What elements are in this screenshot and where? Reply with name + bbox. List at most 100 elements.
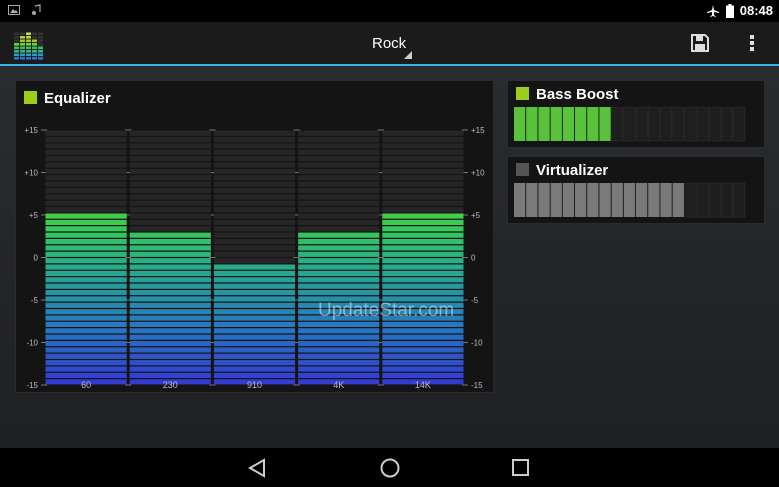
eq-band-segment xyxy=(213,200,296,206)
eq-band-segment xyxy=(129,207,211,213)
level-segment xyxy=(684,182,697,218)
eq-band-segment xyxy=(298,187,380,194)
eq-band-segment xyxy=(382,277,464,283)
preset-dropdown-caret-icon[interactable] xyxy=(404,51,412,59)
home-icon[interactable] xyxy=(379,458,401,478)
equalizer-app-icon[interactable] xyxy=(13,28,45,60)
app-icon-segment xyxy=(38,36,43,39)
app-icon-segment xyxy=(38,57,43,60)
navigation-bar xyxy=(0,448,779,487)
preset-selector[interactable]: Rock xyxy=(372,35,406,52)
eq-scale-label-right: -15 xyxy=(471,381,483,389)
eq-scale-label-right: -10 xyxy=(471,339,483,348)
eq-band-segment xyxy=(129,277,211,283)
eq-band-segment xyxy=(213,219,296,226)
eq-band-segment xyxy=(213,175,296,181)
eq-band-segment xyxy=(382,168,464,175)
eq-band-segment xyxy=(382,328,464,334)
eq-band-segment xyxy=(213,264,296,270)
eq-band-segment xyxy=(45,187,127,194)
eq-band-segment xyxy=(45,232,127,238)
recents-icon[interactable] xyxy=(511,458,531,478)
eq-band-segment xyxy=(298,175,380,181)
eq-band-segment xyxy=(298,334,380,340)
eq-band-segment xyxy=(129,264,211,270)
eq-scale-label-left: -15 xyxy=(26,381,38,389)
level-segment xyxy=(538,183,550,217)
bass-boost-enable-checkbox[interactable] xyxy=(516,87,529,100)
eq-scale-label-left: 0 xyxy=(34,254,39,263)
eq-band-segment xyxy=(382,251,464,257)
app-icon-segment xyxy=(14,53,19,57)
equalizer-panel: Equalizer +15 +15 +10 +10 +5 +5 0 0 -5 -5 -10 -10 -1… xyxy=(15,80,494,393)
app-icon-segment xyxy=(14,46,19,50)
eq-band-segment xyxy=(129,334,211,340)
eq-band-segment xyxy=(213,149,296,155)
equalizer-graph[interactable]: +15 +15 +10 +10 +5 +5 0 0 -5 -5 -10 -10 -15 -15 60 230 9… xyxy=(16,109,493,389)
eq-band-label: 60 xyxy=(81,380,91,389)
level-segment xyxy=(611,106,624,142)
eq-band-segment xyxy=(213,245,296,251)
app-icon-segment xyxy=(20,39,25,43)
level-segment xyxy=(648,183,660,217)
eq-band-segment xyxy=(213,289,296,296)
eq-band-segment xyxy=(45,283,127,289)
eq-band-segment xyxy=(382,321,464,328)
eq-band-segment xyxy=(129,258,211,264)
eq-band-segment xyxy=(129,175,211,181)
eq-band-segment xyxy=(45,245,127,251)
eq-band-segment xyxy=(382,149,464,155)
eq-band-segment xyxy=(45,315,127,321)
eq-band-segment xyxy=(298,207,380,213)
eq-band-segment xyxy=(213,238,296,245)
level-segment xyxy=(550,107,562,141)
eq-band-segment xyxy=(129,232,211,238)
eq-band-segment xyxy=(213,194,296,200)
virtualizer-slider[interactable] xyxy=(513,182,753,218)
eq-band-segment xyxy=(129,321,211,328)
level-segment xyxy=(721,182,733,218)
app-icon-segment xyxy=(38,50,43,53)
app-icon-segment xyxy=(32,46,37,50)
back-icon[interactable] xyxy=(247,458,267,478)
app-icon-segment xyxy=(14,39,19,43)
level-segment xyxy=(647,106,660,142)
bass-boost-slider[interactable] xyxy=(513,106,753,142)
app-icon-segment xyxy=(38,39,43,43)
eq-band-segment xyxy=(129,143,211,149)
equalizer-enable-checkbox[interactable] xyxy=(24,91,37,104)
eq-band-segment xyxy=(213,156,296,162)
image-notification-icon xyxy=(8,5,20,15)
eq-band-segment xyxy=(298,264,380,270)
level-segment xyxy=(636,183,648,217)
eq-band-label: 910 xyxy=(247,380,262,389)
level-segment xyxy=(721,106,733,142)
app-icon-segment xyxy=(32,39,37,43)
eq-band-segment xyxy=(129,136,211,143)
eq-scale-label-right: -5 xyxy=(471,296,479,305)
eq-band-segment xyxy=(298,194,380,200)
eq-band-segment xyxy=(382,162,464,168)
save-icon[interactable] xyxy=(690,33,710,53)
eq-scale-label-left: -5 xyxy=(31,296,39,305)
app-icon-segment xyxy=(26,32,31,36)
app-icon-segment xyxy=(20,43,25,46)
app-icon-segment xyxy=(32,57,37,60)
eq-band-segment xyxy=(129,238,211,245)
eq-band-segment xyxy=(45,340,127,347)
eq-band-segment xyxy=(298,277,380,283)
eq-band-segment xyxy=(298,162,380,168)
eq-band-segment xyxy=(45,213,127,219)
eq-band-segment xyxy=(129,340,211,347)
level-segment xyxy=(708,182,721,218)
eq-band-segment xyxy=(298,149,380,155)
eq-band-segment xyxy=(45,296,127,302)
virtualizer-enable-checkbox[interactable] xyxy=(516,163,529,176)
app-icon-segment xyxy=(14,36,19,39)
eq-band-segment xyxy=(129,372,211,379)
overflow-menu-icon[interactable] xyxy=(748,33,756,53)
eq-band-segment xyxy=(382,194,464,200)
app-icon-segment xyxy=(32,50,37,53)
app-icon-segment xyxy=(38,43,43,46)
eq-band-segment xyxy=(298,353,380,359)
